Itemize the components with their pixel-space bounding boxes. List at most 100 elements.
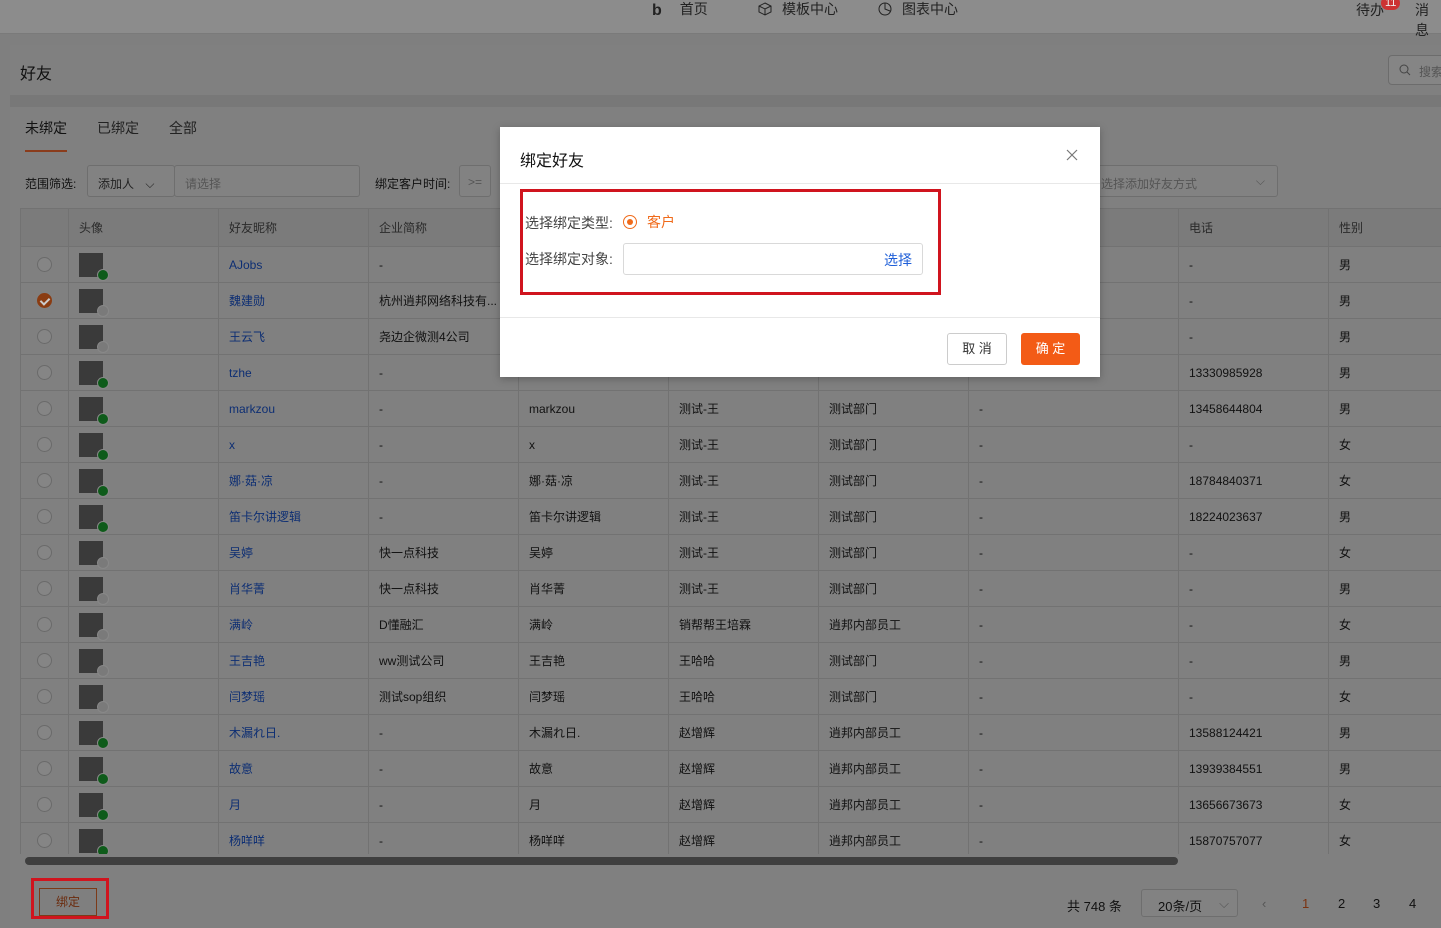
row-select-radio[interactable]	[37, 725, 52, 741]
table-row[interactable]: 娜·菇·凉 - 娜·菇·凉 测试-王 测试部门 -18784840371 女	[20, 462, 1441, 499]
horizontal-scrollbar[interactable]	[25, 857, 1178, 865]
cell-nickname[interactable]: 王云飞	[218, 318, 369, 355]
table-row[interactable]: 王吉艳 ww测试公司 王吉艳 王哈哈 测试部门 - - 男	[20, 642, 1441, 679]
search-input[interactable]: 搜索	[1388, 55, 1441, 85]
row-select-radio[interactable]	[37, 545, 52, 561]
adder-value-select[interactable]: 请选择	[174, 165, 360, 197]
nav-charts[interactable]: 图表中心	[878, 0, 958, 18]
row-select-cell	[20, 426, 69, 463]
avatar-cell	[68, 318, 219, 355]
prev-page-icon[interactable]: ‹	[1262, 896, 1266, 911]
tab-bar: 未绑定 已绑定 全部	[25, 118, 197, 152]
cell-company: -	[368, 750, 519, 787]
row-select-radio[interactable]	[37, 257, 52, 273]
table-row[interactable]: x - x 测试-王 测试部门 - - 女	[20, 426, 1441, 463]
table-row[interactable]: 满岭 D懂融汇 满岭 销帮帮王培霖 逍邦内部员工 - - 女	[20, 606, 1441, 643]
operator-select[interactable]: >=	[459, 165, 491, 197]
cell-gender: 女	[1328, 462, 1441, 499]
cell-dept: 测试部门	[818, 390, 969, 427]
confirm-button[interactable]: 确 定	[1021, 333, 1080, 365]
row-select-radio[interactable]	[37, 473, 52, 489]
page-4[interactable]: 4	[1409, 896, 1416, 911]
nav-messages[interactable]: 消息	[1415, 0, 1441, 40]
nav-home[interactable]: b 首页	[652, 0, 708, 19]
avatar	[79, 468, 109, 497]
cell-nickname[interactable]: markzou	[218, 390, 369, 427]
tab-all[interactable]: 全部	[169, 118, 197, 152]
close-icon[interactable]	[1064, 147, 1080, 163]
cell-nickname[interactable]: 娜·菇·凉	[218, 462, 369, 499]
nav-templates[interactable]: 模板中心	[758, 0, 838, 18]
table-row[interactable]: 故意 - 故意 赵增辉 逍邦内部员工 -13939384551 男	[20, 750, 1441, 787]
row-select-radio[interactable]	[37, 797, 52, 813]
row-select-radio[interactable]	[37, 689, 52, 705]
row-select-radio[interactable]	[37, 401, 52, 417]
row-select-radio[interactable]	[37, 365, 52, 381]
page-1[interactable]: 1	[1302, 896, 1309, 911]
avatar	[79, 288, 109, 317]
cell-owner: 销帮帮王培霖	[668, 606, 819, 643]
adder-select[interactable]: 添加人 ⌵	[87, 165, 175, 197]
row-select-radio[interactable]	[37, 653, 52, 669]
avatar-cell	[68, 606, 219, 643]
row-select-radio[interactable]	[37, 437, 52, 453]
row-select-radio[interactable]	[37, 581, 52, 597]
nav-todo[interactable]: 待办	[1356, 0, 1384, 20]
cell-nickname[interactable]: 笛卡尔讲逻辑	[218, 498, 369, 535]
row-select-radio[interactable]	[37, 833, 52, 849]
page-size-select[interactable]: 20条/页 ⌵	[1141, 889, 1238, 917]
page-3[interactable]: 3	[1373, 896, 1380, 911]
cell-nickname[interactable]: 肖华菁	[218, 570, 369, 607]
cell-remark: 月	[518, 786, 669, 823]
avatar-cell	[68, 246, 219, 283]
cell-gender: 男	[1328, 282, 1441, 319]
table-row[interactable]: 木漏れ日. - 木漏れ日. 赵增辉 逍邦内部员工 -13588124421 男	[20, 714, 1441, 751]
table-row[interactable]: 肖华菁 快一点科技 肖华菁 测试-王 测试部门 - - 男	[20, 570, 1441, 607]
row-select-radio[interactable]	[37, 293, 52, 309]
table-row[interactable]: 月 - 月赵增辉 逍邦内部员工 -13656673673 女	[20, 786, 1441, 823]
chevron-down-icon: ⌵	[1219, 896, 1229, 911]
page-title: 好友	[20, 66, 53, 83]
avatar	[79, 792, 109, 821]
cell-nickname[interactable]: 杨咩咩	[218, 822, 369, 854]
table-row[interactable]: 吴婷 快一点科技 吴婷 测试-王 测试部门 - - 女	[20, 534, 1441, 571]
cell-dept: 测试部门	[818, 462, 969, 499]
table-row[interactable]: 闫梦瑶 测试sop组织 闫梦瑶 王哈哈 测试部门 - - 女	[20, 678, 1441, 715]
row-select-radio[interactable]	[37, 509, 52, 525]
cell-owner: 测试-王	[668, 498, 819, 535]
add-method-select[interactable]: 选择添加好友方式 ⌵	[1090, 165, 1278, 197]
row-select-radio[interactable]	[37, 761, 52, 777]
cell-nickname[interactable]: 故意	[218, 750, 369, 787]
cell-nickname[interactable]: x	[218, 426, 369, 463]
cell-nickname[interactable]: 吴婷	[218, 534, 369, 571]
cell-nickname[interactable]: 满岭	[218, 606, 369, 643]
cell-nickname[interactable]: tzhe	[218, 354, 369, 391]
search-status-icon	[97, 304, 109, 317]
bind-time-label: 绑定客户时间:	[375, 177, 451, 191]
cell-nickname[interactable]: 王吉艳	[218, 642, 369, 679]
cell-nickname[interactable]: 月	[218, 786, 369, 823]
tab-bound[interactable]: 已绑定	[97, 118, 139, 152]
cell-nickname[interactable]: AJobs	[218, 246, 369, 283]
tab-unbound[interactable]: 未绑定	[25, 118, 67, 152]
cell-nickname[interactable]: 闫梦瑶	[218, 678, 369, 715]
row-select-cell	[20, 786, 69, 823]
table-row[interactable]: 杨咩咩 - 杨咩咩 赵增辉 逍邦内部员工 -15870757077 女	[20, 822, 1441, 854]
table-row[interactable]: markzou - markzou 测试-王 测试部门 -13458644804 男	[20, 390, 1441, 427]
avatar	[79, 576, 109, 605]
avatar-cell	[68, 750, 219, 787]
row-select-radio[interactable]	[37, 617, 52, 633]
cell-company: -	[368, 246, 519, 283]
wechat-icon	[97, 484, 109, 497]
cell-dept: 逍邦内部员工	[818, 606, 969, 643]
table-row[interactable]: 笛卡尔讲逻辑 - 笛卡尔讲逻辑 测试-王 测试部门 -18224023637 男	[20, 498, 1441, 535]
cell-nickname[interactable]: 魏建勋	[218, 282, 369, 319]
cell-nickname[interactable]: 木漏れ日.	[218, 714, 369, 751]
avatar-cell	[68, 714, 219, 751]
row-select-radio[interactable]	[37, 329, 52, 345]
wechat-icon	[97, 376, 109, 389]
cell-company: D懂融汇	[368, 606, 519, 643]
page-2[interactable]: 2	[1338, 896, 1345, 911]
cell-gender: 女	[1328, 822, 1441, 854]
cancel-button[interactable]: 取 消	[947, 333, 1007, 365]
